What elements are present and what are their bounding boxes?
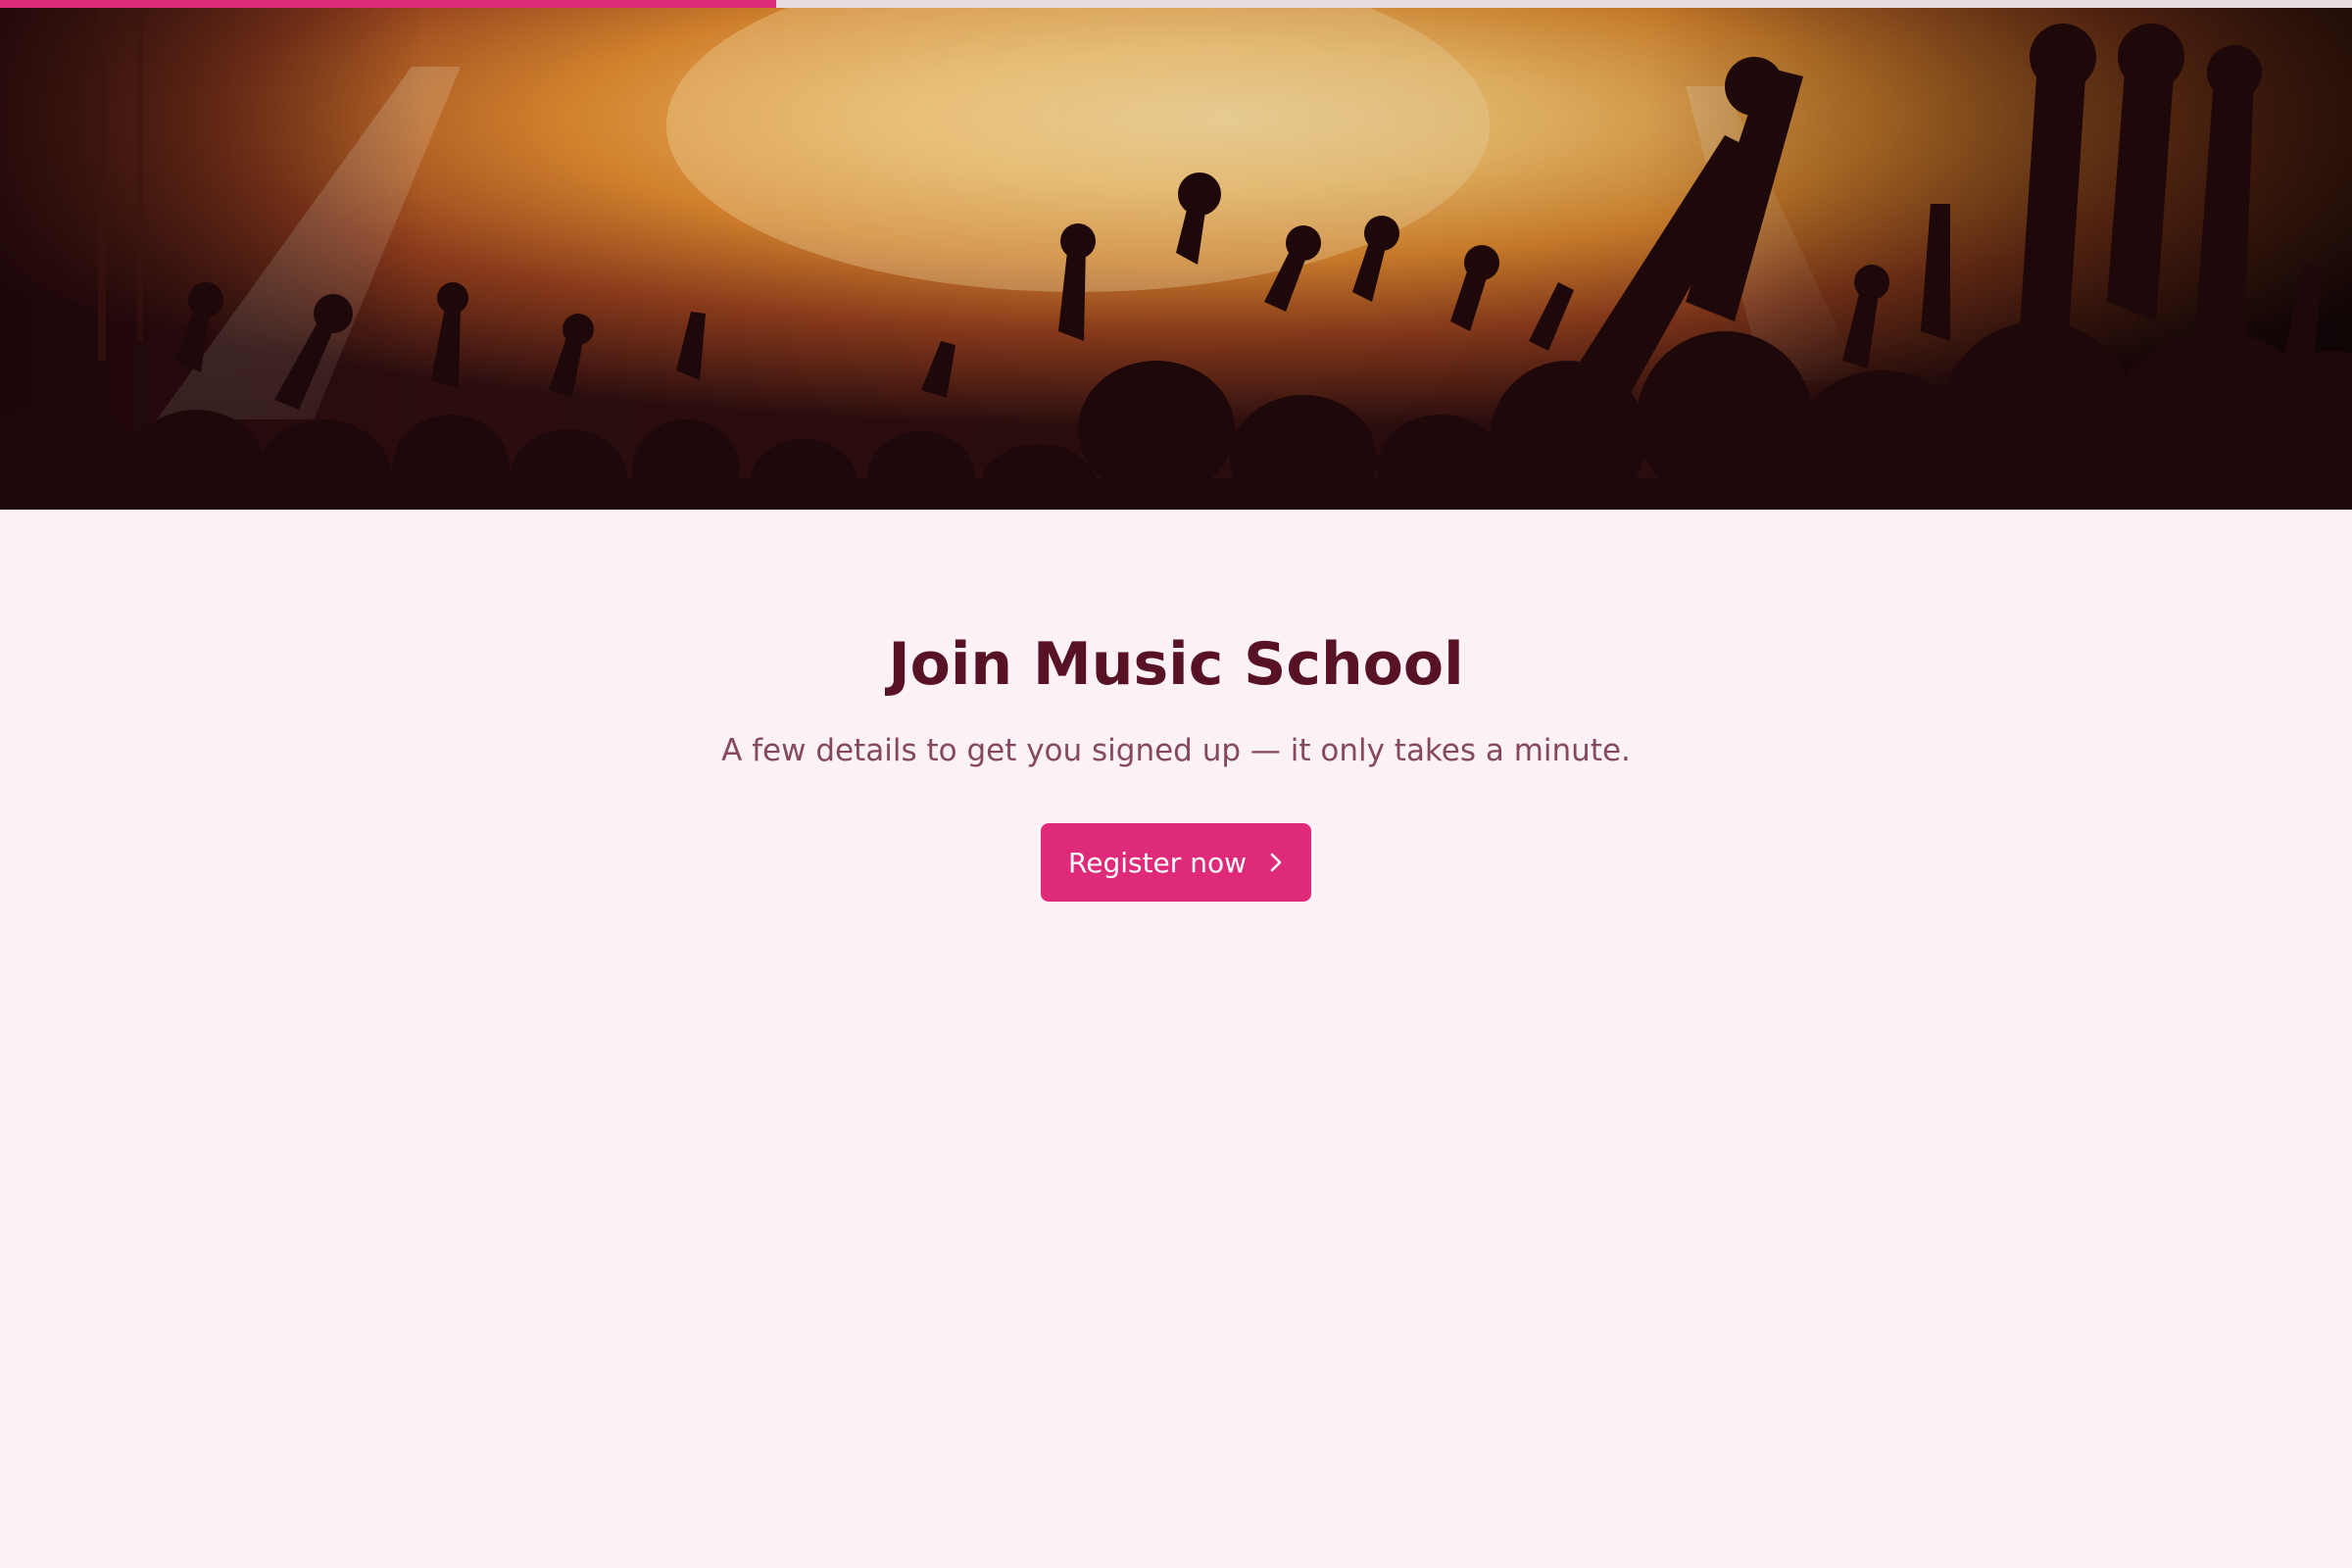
page-subtitle: A few details to get you signed up — it …	[721, 733, 1631, 768]
register-now-label: Register now	[1068, 846, 1247, 879]
page: Join Music School A few details to get y…	[0, 0, 2352, 1568]
page-title: Join Music School	[888, 630, 1464, 699]
progress-bar	[0, 0, 2352, 8]
progress-bar-fill	[0, 0, 776, 8]
register-now-button[interactable]: Register now	[1041, 823, 1311, 902]
hero-image	[0, 8, 2352, 510]
chevron-right-icon	[1268, 851, 1284, 874]
